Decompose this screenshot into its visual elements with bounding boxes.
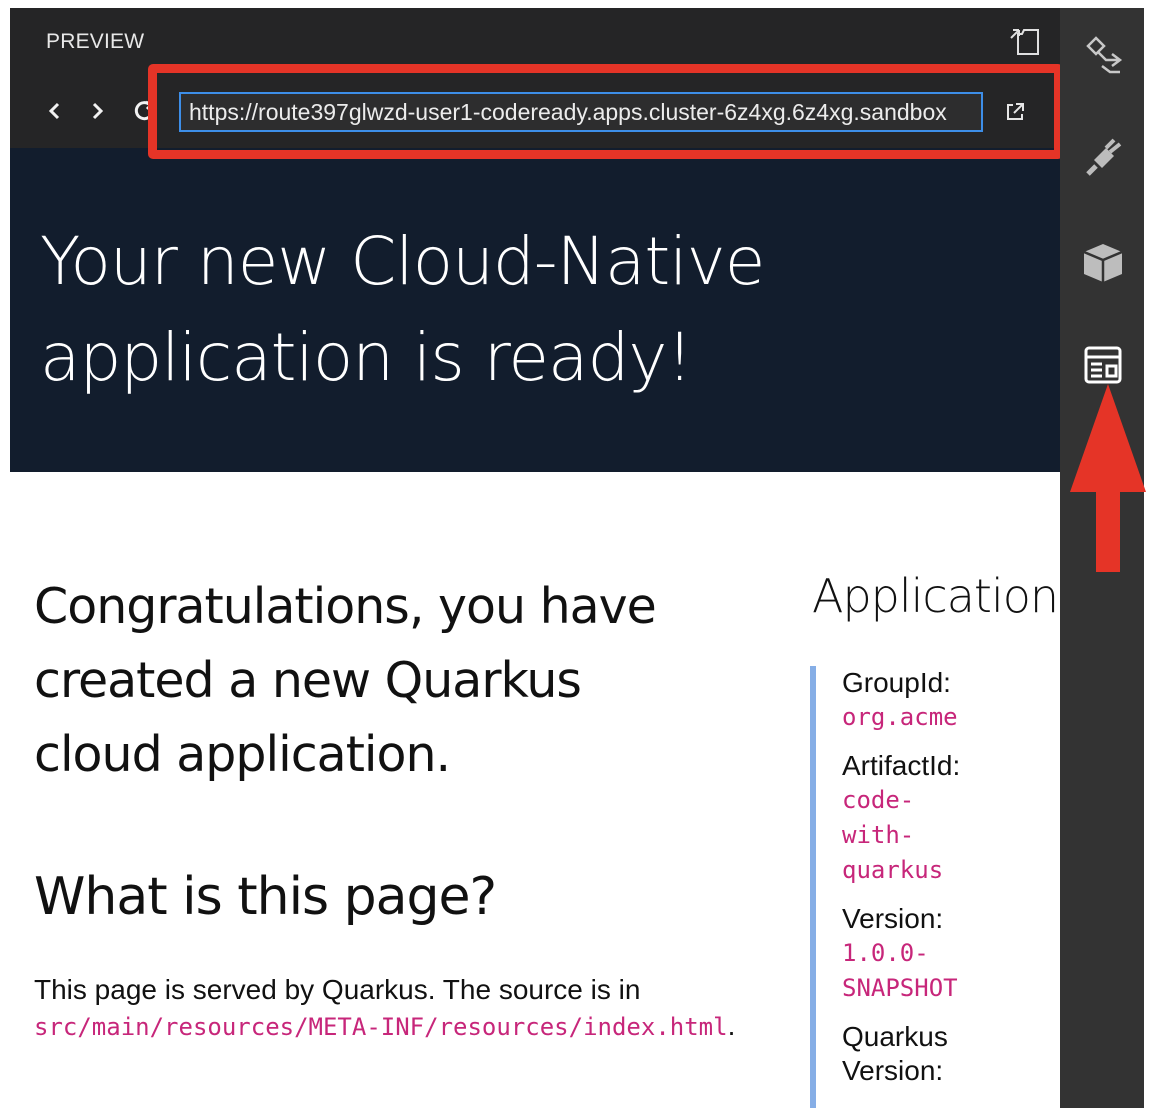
info-label: GroupId: xyxy=(842,667,951,698)
section-title: What is this page? xyxy=(34,867,497,927)
congratulations-heading: Congratulations, you have created a new … xyxy=(34,570,754,792)
main-column: Congratulations, you have created a new … xyxy=(34,570,754,1041)
application-heading: Application xyxy=(812,569,1059,623)
hero-banner: Your new Cloud-Native application is rea… xyxy=(10,148,1060,472)
source-text: This page is served by Quarkus. The sour… xyxy=(34,974,641,1005)
application-info: GroupId: org.acme ArtifactId: code- with… xyxy=(810,666,1050,1108)
congrats-line: cloud application. xyxy=(34,726,451,783)
open-in-editor-icon[interactable] xyxy=(1008,24,1042,58)
arrow-annotation xyxy=(1070,384,1146,572)
hero-title: Your new Cloud-Native application is rea… xyxy=(40,214,940,406)
source-period: . xyxy=(727,1010,736,1041)
info-value: org.acme xyxy=(842,703,958,731)
preview-panel: PREVIEW https://route397glwzd-user1-code… xyxy=(10,8,1060,1108)
url-highlight-annotation xyxy=(148,64,1063,159)
plug-icon[interactable] xyxy=(1080,134,1126,180)
back-icon[interactable] xyxy=(40,96,70,126)
box-icon[interactable] xyxy=(1080,240,1126,286)
hero-title-line: Your new Cloud-Native xyxy=(40,223,765,300)
info-value: code- with- quarkus xyxy=(842,786,944,884)
congrats-line: Congratulations, you have xyxy=(34,578,657,635)
workflow-icon[interactable] xyxy=(1080,32,1126,78)
congrats-line: created a new Quarkus xyxy=(34,652,582,709)
source-paragraph: This page is served by Quarkus. The sour… xyxy=(34,972,754,1045)
source-path: src/main/resources/META-INF/resources/in… xyxy=(34,1013,728,1041)
hero-title-line: application is ready! xyxy=(40,319,693,396)
info-label: Version: xyxy=(842,1055,944,1086)
preview-title: PREVIEW xyxy=(46,30,145,53)
forward-icon[interactable] xyxy=(82,96,112,126)
info-label: Version: xyxy=(842,903,944,934)
info-label: ArtifactId: xyxy=(842,750,961,781)
info-value: 1.0.0- SNAPSHOT xyxy=(842,939,958,1002)
info-label: Quarkus xyxy=(842,1021,948,1052)
